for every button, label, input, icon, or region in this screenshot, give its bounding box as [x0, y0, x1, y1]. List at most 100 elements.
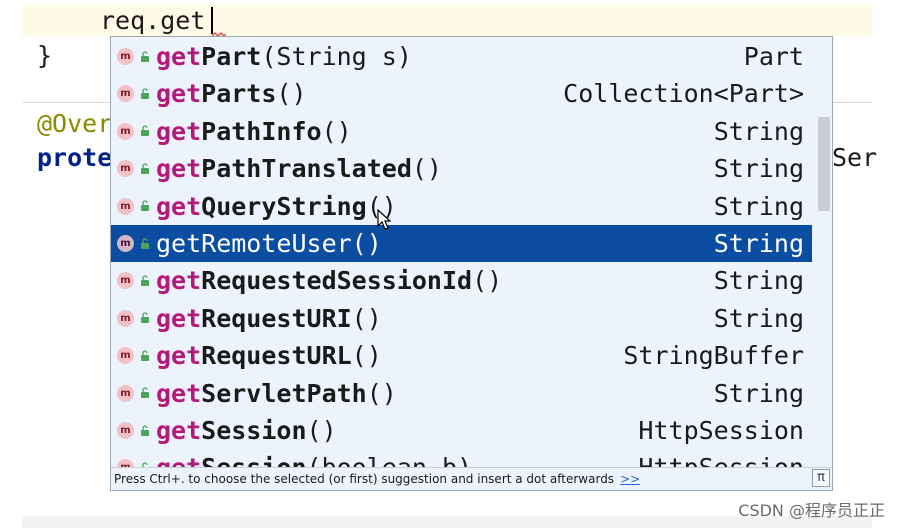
method-params: (): [351, 341, 382, 371]
matched-prefix: get: [156, 341, 202, 371]
public-lock-icon: [141, 88, 149, 99]
matched-prefix: get: [156, 378, 202, 408]
public-lock-icon: [141, 237, 149, 249]
method-name-rest: Session: [201, 416, 307, 445]
matched-prefix: get: [156, 416, 202, 445]
method-icon: m: [117, 384, 134, 402]
public-lock-icon: [141, 275, 149, 286]
method-name-rest: Parts: [201, 79, 277, 109]
public-lock-icon: [141, 350, 149, 361]
completion-item[interactable]: m getParts() Collection<Part>: [111, 75, 812, 112]
matched-prefix: get: [156, 154, 202, 184]
completion-method-name: getParts(): [156, 79, 307, 108]
method-icon: m: [117, 422, 134, 439]
completion-list[interactable]: m getPart(String s) Part m getParts() Collect…: [111, 37, 812, 467]
method-name-rest: Session: [201, 453, 306, 467]
return-type: String: [713, 229, 804, 258]
public-lock-icon: [141, 312, 149, 324]
completion-method-name: getServletPath(): [156, 379, 397, 408]
return-type: HttpSession: [638, 416, 804, 445]
scrollbar-thumb[interactable]: [818, 117, 830, 211]
matched-prefix: get: [156, 229, 202, 258]
completion-item[interactable]: m getRequestedSessionId() String: [111, 262, 812, 299]
return-type: Part: [743, 42, 804, 71]
completion-item[interactable]: m getPathInfo() String: [111, 113, 812, 150]
method-icon: m: [117, 85, 134, 103]
closing-brace: }: [37, 41, 53, 70]
completion-method-name: getRemoteUser(): [156, 229, 382, 258]
method-icon: m: [117, 48, 134, 65]
public-lock-icon: [141, 200, 149, 212]
method-params: (): [276, 79, 307, 109]
current-code-line[interactable]: req.get: [100, 5, 205, 36]
method-icon: m: [117, 197, 134, 215]
completion-item[interactable]: m getPart(String s) Part: [111, 38, 812, 75]
pi-icon[interactable]: π: [812, 469, 830, 487]
method-icon: m: [117, 459, 134, 467]
completion-method-name: getRequestURI(): [156, 304, 382, 333]
method-name-rest: PathTranslated: [201, 154, 412, 184]
method-params: (): [472, 266, 503, 296]
completion-item[interactable]: m getPathTranslated() String: [111, 150, 812, 187]
return-type: StringBuffer: [623, 341, 804, 371]
completion-item[interactable]: m getRequestURI() String: [111, 300, 812, 337]
completion-item[interactable]: m getServletPath() String: [111, 375, 812, 412]
matched-prefix: get: [156, 303, 202, 333]
method-icon: m: [117, 347, 134, 365]
public-lock-icon: [141, 163, 149, 174]
matched-prefix: get: [156, 266, 202, 296]
method-icon: m: [117, 272, 134, 290]
return-type: Collection<Part>: [563, 79, 804, 109]
method-params: (): [351, 303, 382, 333]
completion-hint-footer: Press Ctrl+. to choose the selected (or …: [111, 467, 832, 490]
method-params: (): [411, 154, 442, 184]
method-icon: m: [117, 309, 134, 327]
method-params: (boolean b): [307, 453, 473, 467]
completion-item[interactable]: m getRemoteUser() String: [111, 225, 812, 262]
matched-prefix: get: [156, 116, 202, 146]
completion-method-name: getRequestURL(): [156, 341, 382, 370]
method-name-rest: RequestURL: [201, 341, 352, 371]
completion-method-name: getPathInfo(): [156, 117, 352, 146]
public-lock-icon: [141, 424, 149, 436]
completion-item[interactable]: m getSession(boolean b) HttpSession: [111, 449, 812, 467]
matched-prefix: get: [156, 42, 202, 71]
watermark-text: CSDN @程序员正正: [738, 501, 885, 520]
matched-prefix: get: [156, 453, 201, 467]
completion-method-name: getQueryString(): [156, 192, 397, 221]
method-params: (): [306, 416, 337, 445]
return-type: String: [713, 266, 804, 296]
completion-item[interactable]: m getSession() HttpSession: [111, 412, 812, 449]
completion-method-name: getSession(boolean b): [156, 453, 472, 467]
method-name-rest: RequestURI: [201, 303, 352, 333]
method-name-rest: QueryString: [201, 191, 367, 221]
return-type: String: [713, 191, 804, 221]
public-lock-icon: [141, 50, 149, 62]
code-completion-popup[interactable]: m getPart(String s) Part m getParts() Collect…: [110, 36, 833, 491]
method-name-rest: Part: [201, 42, 262, 71]
completion-item[interactable]: m getRequestURL() StringBuffer: [111, 337, 812, 374]
completion-method-name: getRequestedSessionId(): [156, 266, 502, 295]
method-name-rest: ServletPath: [201, 378, 367, 408]
footer-hint-text: Press Ctrl+. to choose the selected (or …: [114, 472, 615, 486]
return-type: String: [713, 303, 804, 333]
matched-prefix: get: [156, 79, 202, 109]
footer-more-link[interactable]: >>: [620, 472, 640, 486]
method-icon: m: [117, 122, 134, 140]
override-annotation: @Over: [37, 109, 113, 138]
code-fragment-right: Ser: [832, 143, 878, 172]
completion-method-name: getPart(String s): [156, 42, 412, 71]
matched-prefix: get: [156, 191, 202, 221]
method-params: (): [366, 378, 397, 408]
completion-method-name: getPathTranslated(): [156, 154, 442, 183]
method-icon: m: [117, 235, 134, 252]
mouse-cursor-icon: [377, 209, 391, 230]
return-type: HttpSession: [638, 453, 804, 467]
method-params: (String s): [261, 42, 412, 71]
completion-item[interactable]: m getQueryString() String: [111, 188, 812, 225]
return-type: String: [713, 116, 804, 146]
completion-scrollbar[interactable]: [812, 37, 832, 467]
protected-keyword: prote: [37, 143, 113, 172]
method-name-rest: PathInfo: [201, 116, 322, 146]
method-params: (): [321, 116, 352, 146]
